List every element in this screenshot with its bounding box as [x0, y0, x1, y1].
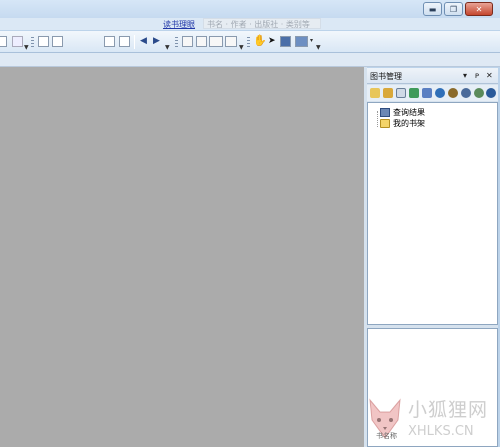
panel-pin-icon[interactable]: ▾ — [463, 71, 467, 80]
maximize-button[interactable]: ❐ — [444, 2, 463, 16]
bookshelf-tree: 查询结果 我的书架 — [367, 102, 498, 325]
panel-header: 图书管理 ▾ ᴘ ✕ — [367, 68, 498, 84]
toolbar-button-b[interactable] — [12, 36, 23, 47]
dropdown-icon[interactable]: ▼ — [165, 44, 170, 51]
refresh-icon[interactable] — [486, 88, 496, 98]
close-icon: ✕ — [475, 4, 483, 14]
continuous-page-icon[interactable] — [196, 36, 207, 47]
toolbar-grip[interactable] — [175, 37, 178, 49]
hand-tool-icon[interactable]: ✋ — [253, 34, 267, 47]
book-detail-pane — [367, 328, 498, 447]
snapshot-icon[interactable] — [280, 36, 291, 47]
minimize-icon: ▬ — [428, 4, 437, 14]
dropdown-icon[interactable]: ▼ — [239, 44, 244, 51]
tree-item-label: 查询结果 — [393, 108, 425, 117]
toolbar-button-a[interactable] — [0, 36, 7, 47]
tree-connector — [377, 111, 378, 127]
facing-page-icon[interactable] — [225, 36, 237, 47]
last-page-icon[interactable] — [119, 36, 130, 47]
zoom-mode-icon[interactable] — [295, 36, 308, 47]
search-icon[interactable] — [461, 88, 471, 98]
pen-icon[interactable] — [448, 88, 458, 98]
tree-item-label: 我的书架 — [393, 119, 425, 128]
dropdown-icon[interactable]: ▾ — [310, 37, 313, 44]
back-arrow-icon[interactable]: ◀ — [140, 36, 147, 46]
two-page-icon[interactable] — [209, 36, 223, 47]
toolbar-separator — [134, 35, 135, 49]
panel-close-icon[interactable]: ✕ — [486, 71, 493, 80]
new-folder-icon[interactable] — [370, 88, 380, 98]
open-folder-icon[interactable] — [383, 88, 393, 98]
title-bar: ▬ ❐ ✕ — [0, 0, 500, 20]
secondary-bar — [0, 53, 500, 67]
panel-title: 图书管理 — [370, 72, 402, 81]
folder-icon — [380, 119, 390, 128]
dropdown-icon[interactable]: ▼ — [24, 44, 29, 51]
document-workspace[interactable] — [0, 67, 364, 447]
first-page-icon[interactable] — [38, 36, 49, 47]
corner-label: 书名称 — [376, 432, 397, 440]
window-controls: ▬ ❐ ✕ — [423, 2, 493, 16]
close-button[interactable]: ✕ — [465, 2, 493, 16]
download-icon[interactable] — [422, 88, 432, 98]
book-management-panel: 图书管理 ▾ ᴘ ✕ 查询结果 我的书架 — [367, 68, 498, 447]
search-alt-icon[interactable] — [474, 88, 484, 98]
panel-toolbar — [367, 85, 498, 101]
tree-item-my-bookshelf[interactable]: 我的书架 — [380, 118, 425, 129]
import-icon[interactable] — [409, 88, 419, 98]
minimize-button[interactable]: ▬ — [423, 2, 442, 16]
reading-link[interactable]: 读书理眼 — [163, 19, 195, 30]
prev-page-icon[interactable] — [52, 36, 63, 47]
link-bar: 读书理眼 书名 · 作者 · 出版社 · 类别等 — [0, 18, 500, 30]
main-toolbar: ▼ ◀ ▶ ▼ ▼ ✋ ➤ ▾ ▼ — [0, 31, 500, 53]
single-page-icon[interactable] — [182, 36, 193, 47]
query-icon — [380, 108, 390, 117]
dropdown-icon[interactable]: ▼ — [316, 44, 321, 51]
forward-arrow-icon[interactable]: ▶ — [153, 36, 160, 46]
help-icon[interactable] — [435, 88, 445, 98]
toolbar-grip[interactable] — [247, 37, 250, 49]
toolbar-grip[interactable] — [31, 37, 34, 49]
add-book-icon[interactable] — [396, 88, 406, 98]
tree-item-query-results[interactable]: 查询结果 — [380, 107, 425, 118]
search-input[interactable]: 书名 · 作者 · 出版社 · 类别等 — [203, 18, 321, 29]
select-tool-icon[interactable]: ➤ — [268, 36, 276, 46]
panel-dock-icon[interactable]: ᴘ — [475, 71, 479, 80]
maximize-icon: ❐ — [449, 4, 458, 14]
next-page-icon[interactable] — [104, 36, 115, 47]
